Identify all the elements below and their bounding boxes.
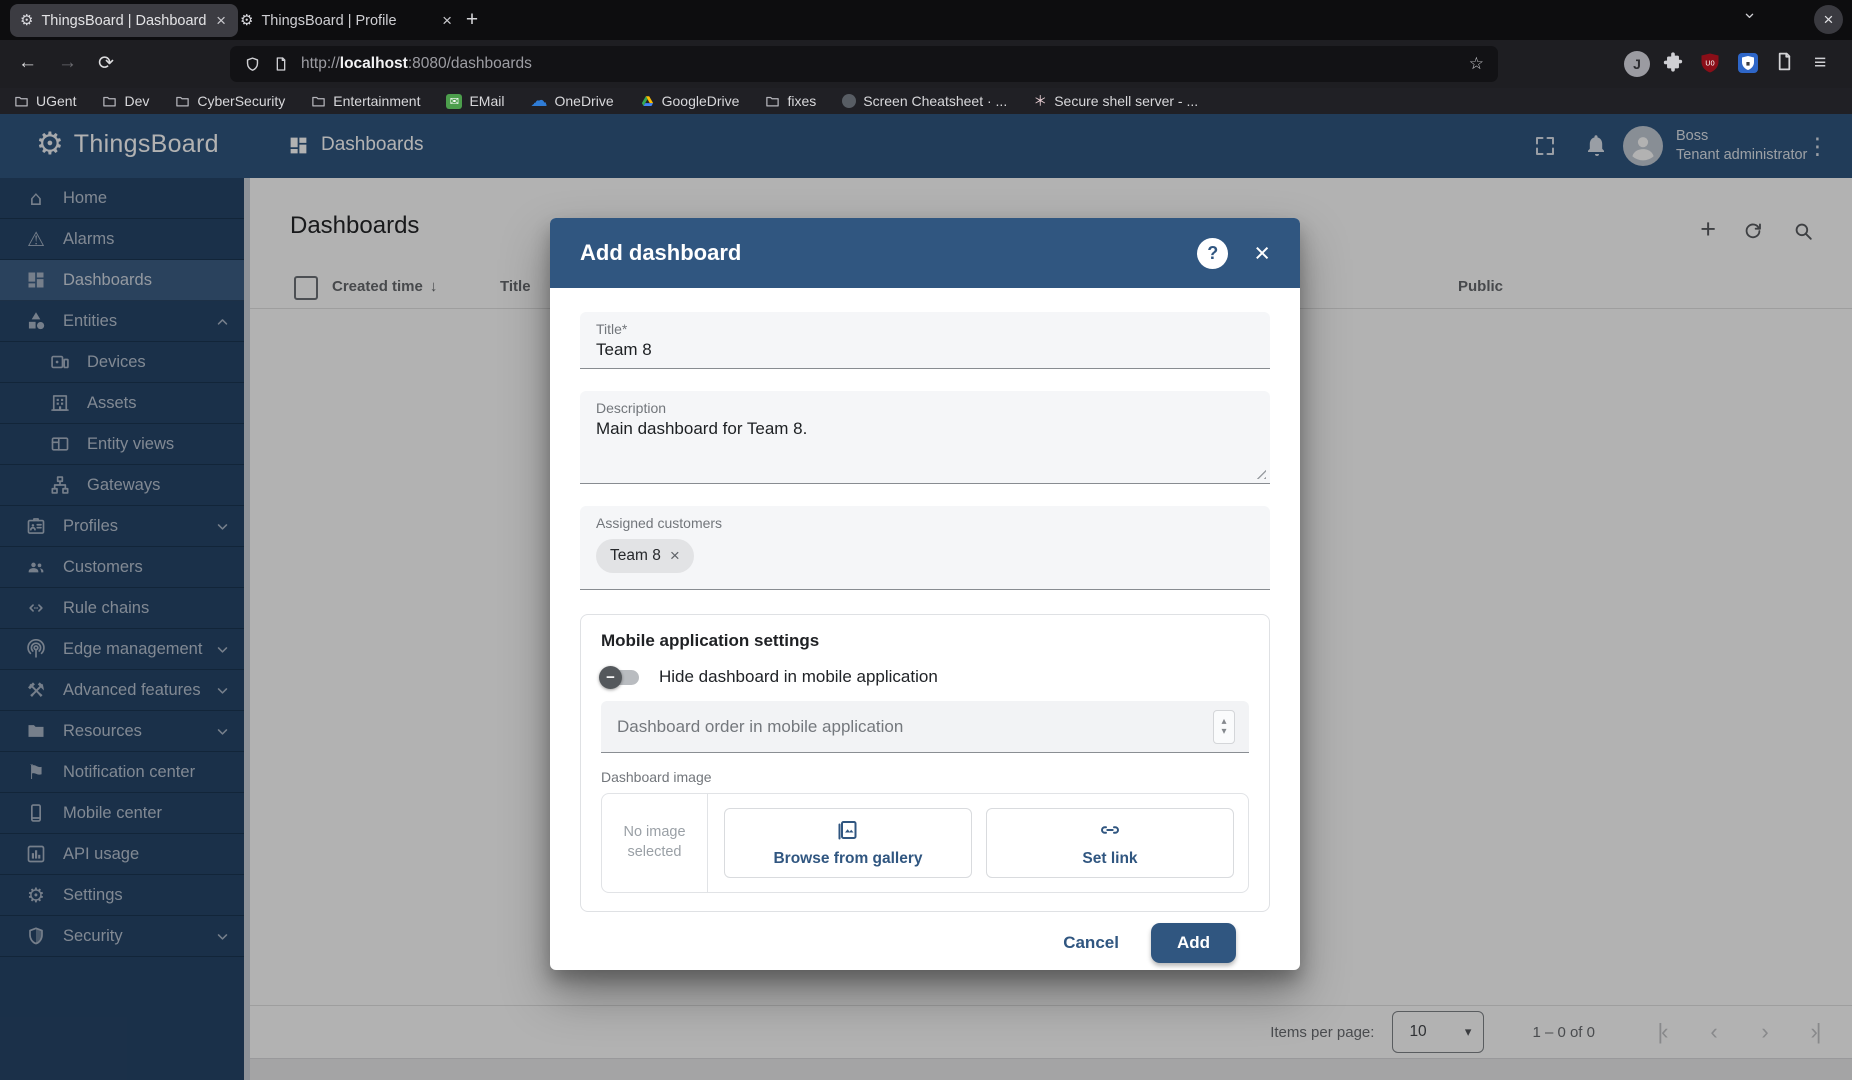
no-image-placeholder: No image selected [602,794,708,892]
tab-close-icon[interactable]: × [214,11,228,31]
dialog-footer: Cancel Add [580,912,1270,970]
bitwarden-icon[interactable] [1736,51,1760,75]
browser-toolbar: ← → ⟳ http:// localhost :8080/dashboards… [0,40,1852,88]
url-host: localhost [340,55,408,73]
dashboard-image-label: Dashboard image [601,769,1249,785]
cancel-button[interactable]: Cancel [1063,933,1119,953]
description-field[interactable]: Description Main dashboard for Team 8. [580,391,1270,484]
bookmark-email[interactable]: ✉EMail [446,93,504,109]
close-icon[interactable]: × [1254,238,1270,269]
dashboard-order-field[interactable]: ▴▾ [601,701,1249,753]
tab-profile[interactable]: ⚙ ThingsBoard | Profile × [230,4,464,37]
dialog-title: Add dashboard [580,240,1171,266]
dialog-body: Title* Description Main dashboard for Te… [550,288,1300,970]
mail-icon: ✉ [446,94,462,109]
ublock-icon[interactable]: U0 [1698,51,1722,75]
list-tabs-icon[interactable] [1742,8,1757,23]
folder-icon [14,94,29,109]
document-extension-icon[interactable] [1774,51,1795,72]
assigned-customers-label: Assigned customers [596,515,1254,531]
bookmark-googledrive[interactable]: GoogleDrive [640,93,740,109]
svg-text:U0: U0 [1705,60,1715,68]
dialog-header: Add dashboard ? × [550,218,1300,288]
browser-tab-strip: ⚙ ThingsBoard | Dashboards × ⚙ ThingsBoa… [0,0,1852,40]
browse-from-gallery-button[interactable]: Browse from gallery [724,808,972,878]
add-dashboard-dialog: Add dashboard ? × Title* Description Mai… [550,218,1300,970]
cloud-icon: ☁ [530,93,547,110]
drive-icon [640,94,655,109]
mobile-settings-card: Mobile application settings − Hide dashb… [580,614,1270,912]
set-link-button[interactable]: Set link [986,808,1234,878]
bookmark-secure-shell[interactable]: ＊Secure shell server - ... [1033,91,1198,111]
folder-icon [175,94,190,109]
description-field-label: Description [596,400,1254,416]
add-button[interactable]: Add [1151,923,1236,963]
tab-title: ThingsBoard | Dashboards [41,13,206,29]
toggle-thumb-minus-icon[interactable]: − [599,666,622,689]
chip-remove-icon[interactable]: × [670,546,680,566]
dashboard-image-row: No image selected Browse from gallery Se… [601,793,1249,893]
snowflake-icon: ＊ [1033,91,1047,111]
circle-icon [842,94,856,108]
extensions-puzzle-icon[interactable] [1662,51,1684,73]
folder-icon [765,94,780,109]
bookmark-screen-cheatsheet[interactable]: Screen Cheatsheet · ... [842,93,1007,109]
thingsboard-favicon: ⚙ [20,13,33,28]
thingsboard-favicon: ⚙ [240,13,253,28]
profile-avatar-icon[interactable]: J [1624,51,1650,77]
bookmark-ugent[interactable]: UGent [14,93,76,109]
url-path: :8080/dashboards [408,55,532,73]
window-close-button[interactable]: × [1814,5,1843,34]
bookmark-fixes[interactable]: fixes [765,93,816,109]
stepper-down-icon: ▾ [1221,727,1226,736]
bookmark-onedrive[interactable]: ☁OneDrive [530,93,613,110]
url-bar[interactable]: http:// localhost :8080/dashboards ☆ [230,46,1498,82]
tab-dashboards[interactable]: ⚙ ThingsBoard | Dashboards × [10,4,238,37]
title-field[interactable]: Title* [580,312,1270,369]
bookmarks-bar: UGent Dev CyberSecurity Entertainment ✉E… [0,88,1852,114]
hide-dashboard-toggle[interactable]: − [601,670,639,685]
resize-handle[interactable] [1254,467,1266,479]
folder-icon [311,94,326,109]
title-field-label: Title* [596,321,1254,337]
tab-close-icon[interactable]: × [440,11,454,31]
dashboard-order-input[interactable] [615,716,1213,738]
help-icon[interactable]: ? [1197,238,1228,269]
forward-button[interactable]: → [58,52,77,74]
link-icon [1098,818,1122,842]
customer-chip[interactable]: Team 8 × [596,539,694,573]
stepper-up-icon: ▴ [1221,717,1226,726]
menu-hamburger-icon[interactable]: ≡ [1814,51,1826,75]
app-viewport: ⚙ ThingsBoard Dashboards Boss Tenant adm… [0,114,1852,1080]
folder-icon [102,94,117,109]
bookmark-cybersecurity[interactable]: CyberSecurity [175,93,285,109]
description-textarea[interactable]: Main dashboard for Team 8. [596,419,1254,475]
new-tab-button[interactable]: + [458,6,486,34]
site-info-icon[interactable] [273,56,289,72]
number-stepper[interactable]: ▴▾ [1213,710,1235,744]
title-input[interactable] [596,340,1254,360]
mobile-settings-title: Mobile application settings [601,631,1249,651]
tracking-protection-shield-icon[interactable] [244,56,261,73]
back-button[interactable]: ← [18,52,37,74]
bookmark-entertainment[interactable]: Entertainment [311,93,420,109]
bookmark-star-icon[interactable]: ☆ [1469,54,1484,74]
tab-title: ThingsBoard | Profile [261,13,432,29]
toggle-label: Hide dashboard in mobile application [659,667,938,687]
reload-button[interactable]: ⟳ [98,52,114,75]
bookmark-dev[interactable]: Dev [102,93,149,109]
assigned-customers-field[interactable]: Assigned customers Team 8 × [580,506,1270,590]
image-icon [836,818,860,842]
url-scheme: http:// [301,55,340,73]
